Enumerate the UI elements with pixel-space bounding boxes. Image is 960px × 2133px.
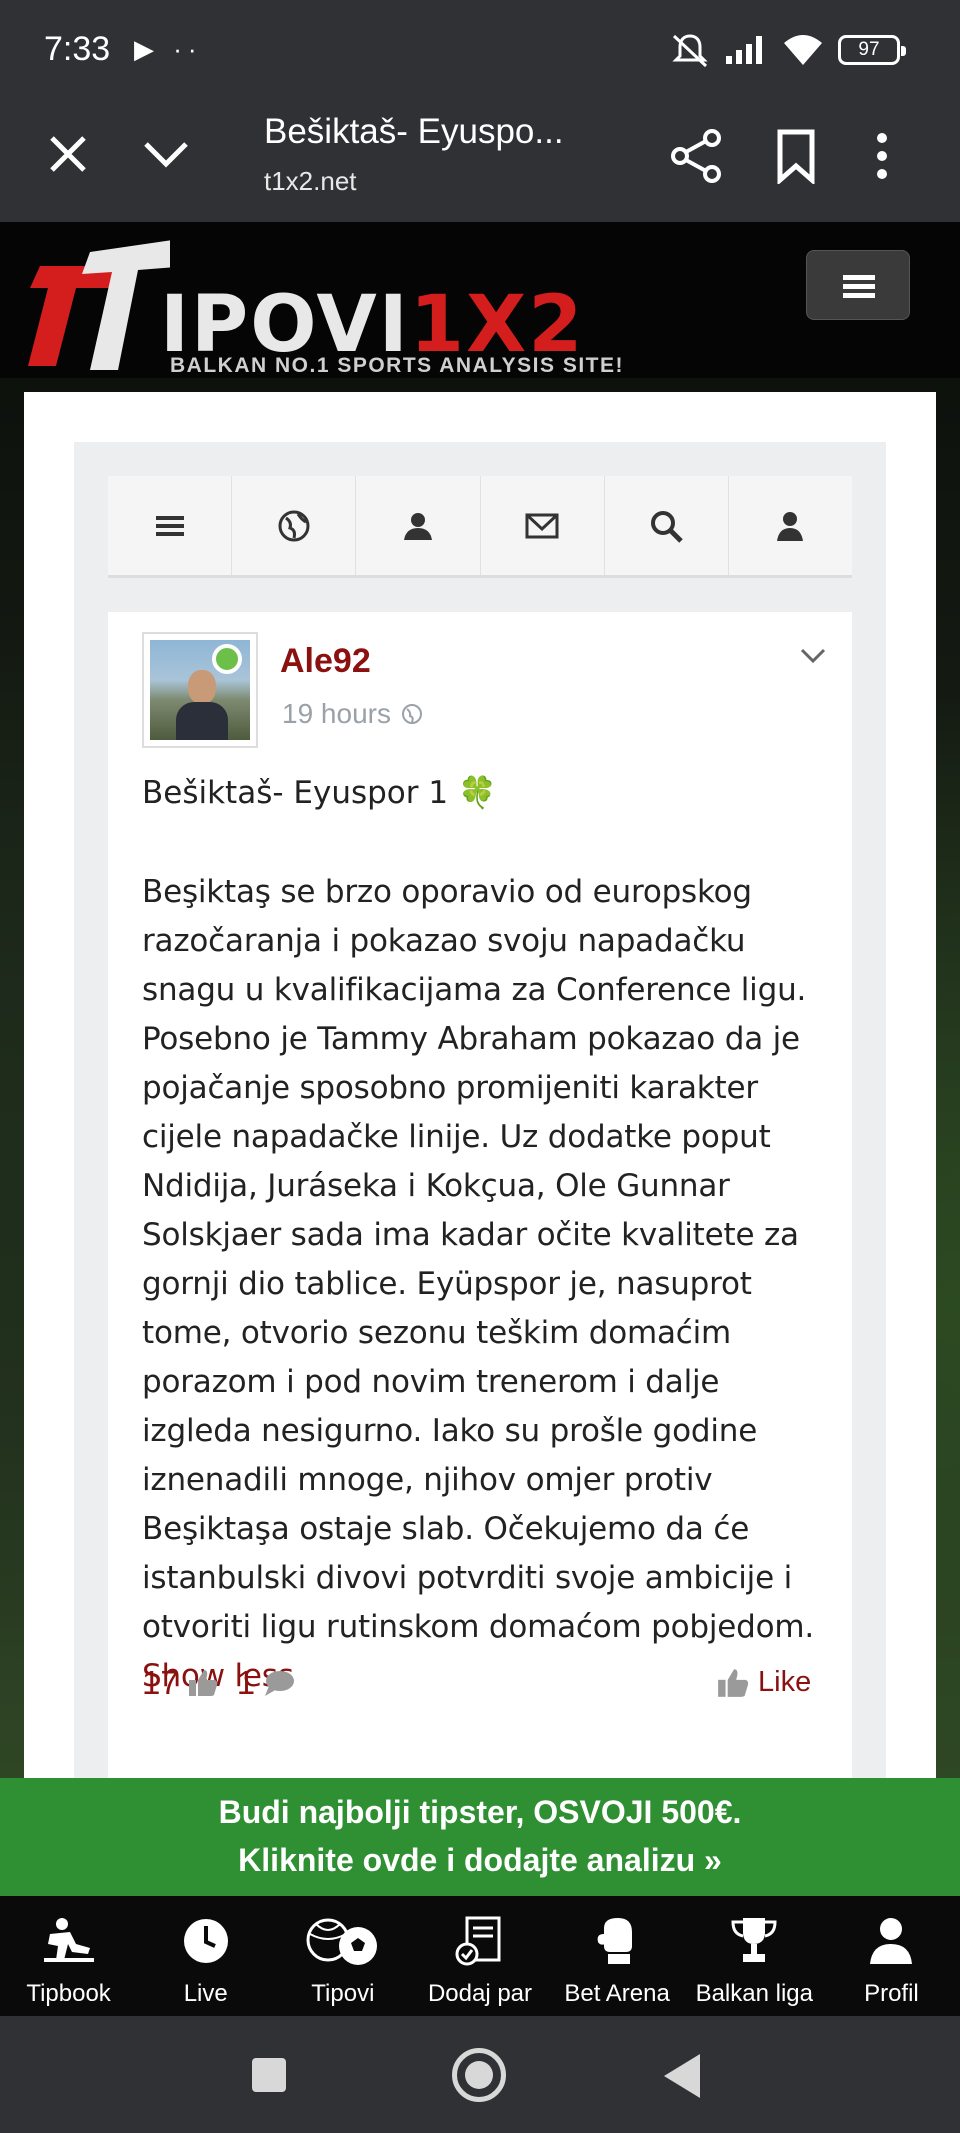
comment-count[interactable]: 1 (237, 1664, 255, 1702)
feed-post: Ale92 19 hours Bešiktaš- Eyuspor 1 🍀 Beş… (108, 612, 852, 1778)
nav-balkan-liga[interactable]: Balkan liga (686, 1896, 823, 2016)
wifi-icon (784, 35, 822, 65)
mail-icon (525, 513, 559, 538)
clover-emoji: 🍀 (458, 775, 497, 811)
glove-icon (597, 1918, 633, 1964)
bookmark-icon[interactable] (772, 128, 820, 184)
like-button-label: Like (758, 1666, 812, 1698)
bottom-nav: Tipbook Live Tipovi Dodaj par Bet Arena … (0, 1896, 960, 2016)
nav-label: Profil (864, 1980, 919, 2007)
site-area: IPOVI1X2 BALKAN NO.1 SPORTS ANALYSIS SIT… (0, 222, 960, 1778)
battery-indicator: 97 (838, 35, 906, 65)
nav-bet-arena[interactable]: Bet Arena (549, 1896, 686, 2016)
user-icon (777, 511, 804, 541)
site-menu-button[interactable] (806, 250, 910, 320)
toolbar-profile[interactable] (729, 476, 852, 575)
back-button[interactable] (664, 2054, 700, 2098)
page-url: t1x2.net (264, 166, 357, 196)
recent-apps-button[interactable] (252, 2058, 286, 2092)
site-header: IPOVI1X2 BALKAN NO.1 SPORTS ANALYSIS SIT… (0, 222, 960, 378)
post-title-text: Bešiktaš- Eyuspor 1 (142, 774, 449, 811)
thumbs-up-icon (718, 1668, 749, 1697)
trophy-icon (731, 1918, 777, 1962)
nav-live[interactable]: Live (137, 1896, 274, 2016)
clock-icon (183, 1919, 228, 1963)
menu-icon (155, 515, 184, 536)
logo-mark-icon (28, 240, 170, 370)
ticket-icon (455, 1916, 501, 1966)
nav-dodaj-par[interactable]: Dodaj par (411, 1896, 548, 2016)
post-timestamp: 19 hours (282, 698, 423, 730)
promo-line-1: Budi najbolji tipster, OSVOJI 500€. (218, 1794, 742, 1830)
nav-label: Dodaj par (427, 1980, 533, 2007)
site-logo[interactable]: IPOVI1X2 BALKAN NO.1 SPORTS ANALYSIS SIT… (20, 226, 630, 377)
logo-tagline: BALKAN NO.1 SPORTS ANALYSIS SITE! (170, 354, 624, 377)
browser-toolbar: Bešiktaš- Eyuspo... t1x2.net (0, 108, 960, 222)
nav-label: Balkan liga (695, 1980, 813, 2007)
comment-icon (265, 1671, 295, 1696)
like-count[interactable]: 17 (142, 1664, 179, 1702)
post-body-text: Beşiktaş se brzo oporavio od europskog r… (142, 874, 815, 1645)
chevron-down-icon[interactable] (140, 130, 192, 178)
profile-icon (870, 1918, 913, 1964)
promo-line-2: Kliknite ovde i dodajte analizu » (238, 1842, 722, 1878)
nav-tipbook[interactable]: Tipbook (0, 1896, 137, 2016)
toolbar-messages[interactable] (481, 476, 605, 575)
close-icon[interactable] (44, 130, 92, 178)
like-button[interactable]: Like (716, 1666, 811, 1699)
nav-label: Tipovi (311, 1980, 375, 2007)
more-menu-icon[interactable] (870, 128, 894, 184)
post-author[interactable]: Ale92 (280, 642, 371, 681)
nav-label: Tipbook (26, 1980, 111, 2007)
avatar[interactable] (142, 632, 258, 748)
status-bar: 7:33 ▶ ·· 97 (0, 0, 960, 108)
mute-icon (672, 34, 708, 68)
status-right-icons: 97 (670, 32, 906, 68)
toolbar-search[interactable] (605, 476, 729, 575)
android-nav-bar (0, 2016, 960, 2133)
tipbook-icon (43, 1918, 94, 1962)
status-time: 7:33 (44, 30, 111, 68)
nav-label: Bet Arena (564, 1980, 670, 2007)
content-inner: Ale92 19 hours Bešiktaš- Eyuspor 1 🍀 Beş… (74, 442, 886, 1778)
search-icon (651, 510, 684, 543)
share-icon[interactable] (668, 128, 724, 184)
post-time-text: 19 hours (282, 698, 391, 729)
post-stats: 17 1 (142, 1664, 295, 1702)
promo-banner[interactable]: Budi najbolji tipster, OSVOJI 500€. Klik… (0, 1778, 960, 1896)
globe-icon (278, 510, 310, 541)
users-icon (403, 512, 432, 540)
toolbar-menu[interactable] (108, 476, 233, 575)
chevron-down-icon[interactable] (800, 648, 826, 664)
toolbar-globe[interactable] (232, 476, 357, 575)
thumbs-up-icon (188, 1670, 217, 1696)
signal-icon (726, 36, 762, 64)
status-notification-icons: ▶ ·· (134, 34, 203, 64)
home-button[interactable] (452, 2048, 506, 2102)
post-body: Beşiktaş se brzo oporavio od europskog r… (142, 868, 832, 1701)
content-card: Ale92 19 hours Bešiktaš- Eyuspor 1 🍀 Beş… (24, 392, 936, 1778)
page-title: Bešiktaš- Eyuspo... (264, 112, 564, 151)
community-toolbar (108, 476, 852, 578)
post-title: Bešiktaš- Eyuspor 1 🍀 (142, 774, 497, 812)
online-status-dot (212, 644, 242, 674)
nav-tipovi[interactable]: Tipovi (274, 1896, 411, 2016)
nav-label: Live (183, 1980, 228, 2007)
toolbar-friends[interactable] (356, 476, 481, 575)
globe-icon (401, 704, 422, 724)
balls-icon (306, 1918, 377, 1965)
nav-profil[interactable]: Profil (823, 1896, 960, 2016)
